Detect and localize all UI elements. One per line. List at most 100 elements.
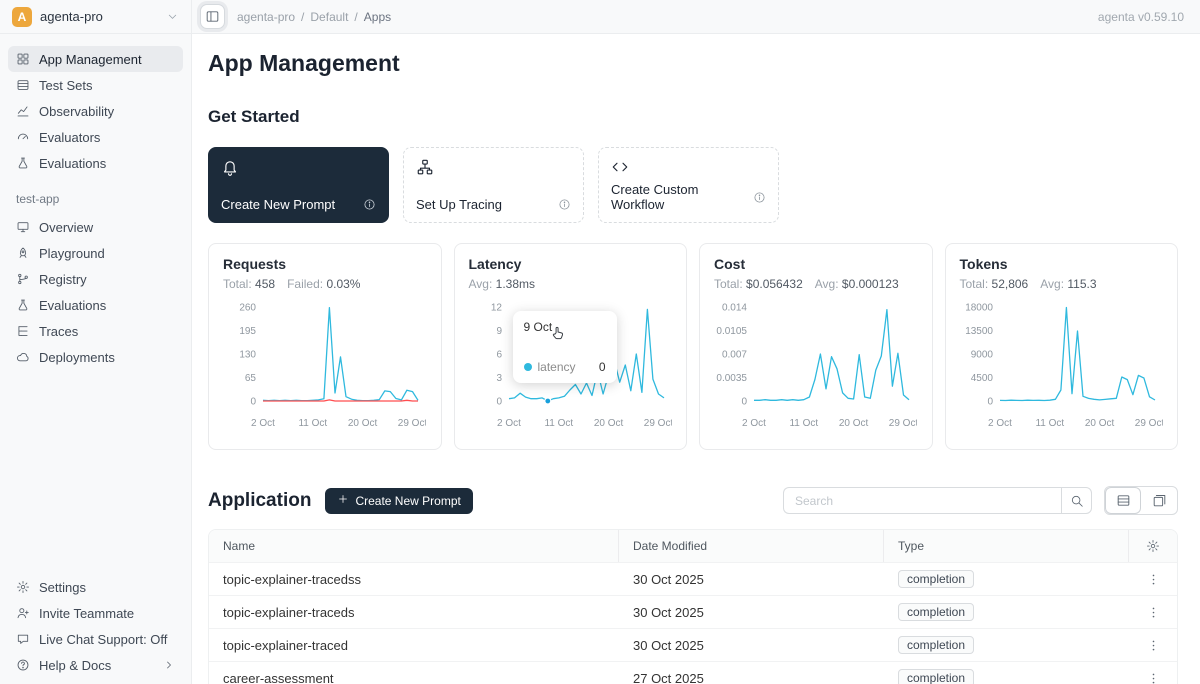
metric-stat: Failed: 0.03% — [287, 277, 360, 291]
sidebar-item-evaluations[interactable]: Evaluations — [8, 150, 183, 176]
sidebar-item-settings[interactable]: Settings — [8, 574, 183, 600]
sidebar-item-observability[interactable]: Observability — [8, 98, 183, 124]
get-started-card-create-new-prompt[interactable]: Create New Prompt — [208, 147, 389, 223]
cell-date-modified: 30 Oct 2025 — [619, 638, 884, 653]
search-button[interactable] — [1061, 487, 1092, 514]
rocket-icon — [16, 246, 30, 260]
table-row[interactable]: career-assessment 27 Oct 2025 completion — [209, 661, 1177, 684]
workspace-switcher[interactable]: A agenta-pro — [0, 0, 192, 33]
sidebar-item-label: Observability — [39, 104, 114, 119]
row-actions-button[interactable] — [1140, 599, 1166, 625]
column-header-name[interactable]: Name — [209, 530, 619, 562]
cell-actions — [1129, 632, 1177, 658]
table-row[interactable]: topic-explainer-traceds 30 Oct 2025 comp… — [209, 595, 1177, 628]
metric-stat: Avg: 115.3 — [1040, 277, 1096, 291]
sidebar-item-overview[interactable]: Overview — [8, 214, 183, 240]
column-header-type[interactable]: Type — [884, 530, 1129, 562]
dots-vertical-icon — [1146, 572, 1161, 587]
latency-tooltip: 9 Oct latency 0 — [513, 311, 617, 383]
svg-text:0.014: 0.014 — [722, 303, 747, 314]
svg-text:11 Oct: 11 Oct — [544, 418, 573, 429]
table-row[interactable]: topic-explainer-tracedss 30 Oct 2025 com… — [209, 562, 1177, 595]
sidebar-item-test-sets[interactable]: Test Sets — [8, 72, 183, 98]
create-new-prompt-button[interactable]: Create New Prompt — [325, 488, 472, 514]
svg-text:195: 195 — [239, 326, 256, 337]
requests-chart[interactable]: 0651301952602 Oct11 Oct20 Oct29 Oct — [223, 299, 427, 434]
monitor-icon — [16, 220, 30, 234]
svg-text:11 Oct: 11 Oct — [789, 418, 818, 429]
sidebar-item-traces[interactable]: Traces — [8, 318, 183, 344]
chevron-down-icon — [166, 10, 179, 23]
gauge-icon — [16, 130, 30, 144]
rows-icon — [16, 78, 30, 92]
type-badge: completion — [898, 636, 974, 654]
info-icon-holder — [558, 198, 571, 211]
get-started-card-create-custom-workflow[interactable]: Create Custom Workflow — [598, 147, 779, 223]
gear-icon — [1146, 539, 1160, 553]
sidebar-item-evaluators[interactable]: Evaluators — [8, 124, 183, 150]
row-actions-button[interactable] — [1140, 665, 1166, 684]
sidebar-item-label: App Management — [39, 52, 142, 67]
svg-text:0: 0 — [250, 397, 256, 408]
metric-stat: Avg: $0.000123 — [815, 277, 899, 291]
tree-icon — [16, 324, 30, 338]
sidebar-item-live-chat-support-off[interactable]: Live Chat Support: Off — [8, 626, 183, 652]
card-label: Create Custom Workflow — [611, 182, 753, 212]
metrics-row: Requests Total: 458Failed: 0.03% 0651301… — [208, 243, 1178, 450]
view-toggle — [1104, 486, 1178, 515]
application-heading: Application — [208, 490, 311, 512]
type-badge: completion — [898, 603, 974, 621]
info-icon — [753, 191, 766, 204]
sidebar-item-help-docs[interactable]: Help & Docs — [8, 652, 183, 678]
app-root: A agenta-pro agenta-pro/Default/Apps age… — [0, 0, 1200, 684]
row-actions-button[interactable] — [1140, 566, 1166, 592]
latency-chart[interactable]: 0369122 Oct11 Oct20 Oct29 Oct 9 Oct late… — [469, 299, 673, 434]
dots-vertical-icon — [1146, 638, 1161, 653]
sidebar-item-playground[interactable]: Playground — [8, 240, 183, 266]
sidebar-collapse-button[interactable] — [200, 4, 225, 29]
panel-icon — [205, 9, 220, 24]
column-header-date-modified[interactable]: Date Modified — [619, 530, 884, 562]
breadcrumb-item-default[interactable]: Default — [310, 10, 348, 24]
sidebar-item-deployments[interactable]: Deployments — [8, 344, 183, 370]
info-icon-holder — [753, 191, 766, 204]
sidebar-item-label: Settings — [39, 580, 86, 595]
table-row[interactable]: topic-explainer-traced 30 Oct 2025 compl… — [209, 628, 1177, 661]
sidebar-item-label: Evaluations — [39, 298, 106, 313]
svg-text:11 Oct: 11 Oct — [1035, 418, 1064, 429]
svg-text:11 Oct: 11 Oct — [298, 418, 327, 429]
card-view-button[interactable] — [1141, 487, 1177, 514]
dots-vertical-icon — [1146, 671, 1161, 684]
table-body: topic-explainer-tracedss 30 Oct 2025 com… — [209, 562, 1177, 684]
sidebar-item-label: Evaluators — [39, 130, 100, 145]
svg-text:0.007: 0.007 — [722, 350, 747, 361]
search-input[interactable] — [783, 487, 1061, 514]
svg-text:20 Oct: 20 Oct — [1084, 418, 1114, 429]
metric-title: Cost — [714, 256, 918, 272]
svg-text:29 Oct: 29 Oct — [398, 418, 426, 429]
table-view-button[interactable] — [1105, 487, 1141, 514]
type-badge: completion — [898, 669, 974, 684]
sidebar-item-invite-teammate[interactable]: Invite Teammate — [8, 600, 183, 626]
sidebar-item-registry[interactable]: Registry — [8, 266, 183, 292]
card-label: Create New Prompt — [221, 197, 335, 212]
metric-title: Tokens — [960, 256, 1164, 272]
gear-icon — [16, 580, 30, 594]
tokens-chart[interactable]: 04500900013500180002 Oct11 Oct20 Oct29 O… — [960, 299, 1164, 434]
sidebar-item-label: Invite Teammate — [39, 606, 134, 621]
column-settings-button[interactable] — [1140, 533, 1166, 559]
sidebar-item-evaluations[interactable]: Evaluations — [8, 292, 183, 318]
cell-actions — [1129, 665, 1177, 684]
breadcrumb-item-apps[interactable]: Apps — [364, 10, 391, 24]
get-started-heading: Get Started — [208, 107, 1178, 127]
dots-vertical-icon — [1146, 605, 1161, 620]
get-started-card-set-up-tracing[interactable]: Set Up Tracing — [403, 147, 584, 223]
cell-type: completion — [884, 669, 1129, 684]
cost-chart[interactable]: 00.00350.0070.01050.0142 Oct11 Oct20 Oct… — [714, 299, 918, 434]
cell-name: topic-explainer-traced — [209, 638, 619, 653]
cell-date-modified: 27 Oct 2025 — [619, 671, 884, 684]
type-badge: completion — [898, 570, 974, 588]
row-actions-button[interactable] — [1140, 632, 1166, 658]
sidebar-item-app-management[interactable]: App Management — [8, 46, 183, 72]
breadcrumb-item-agenta-pro[interactable]: agenta-pro — [237, 10, 295, 24]
